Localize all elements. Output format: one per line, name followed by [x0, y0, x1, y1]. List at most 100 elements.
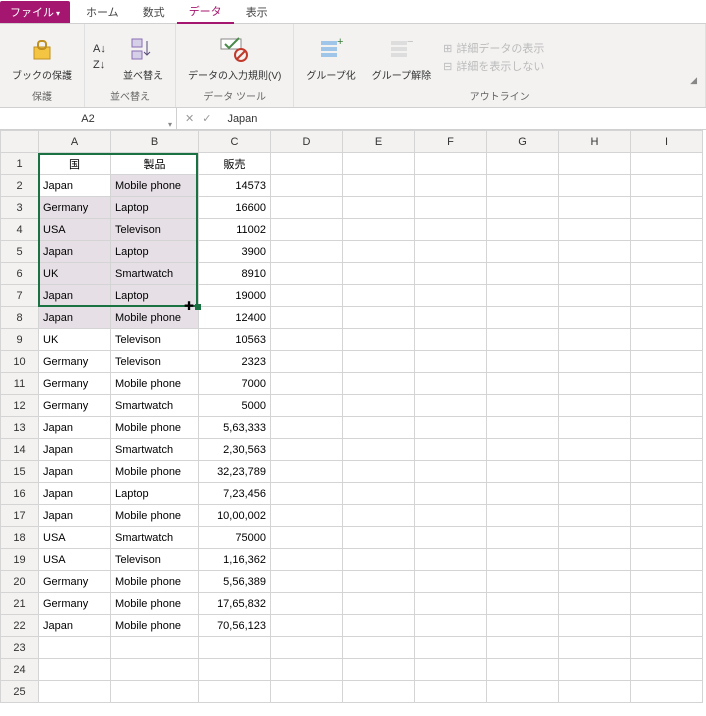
cell[interactable] [631, 395, 703, 417]
cell[interactable] [487, 483, 559, 505]
cell[interactable] [487, 681, 559, 703]
cell[interactable] [271, 329, 343, 351]
cell[interactable] [415, 571, 487, 593]
cell[interactable]: Smartwatch [111, 395, 199, 417]
cell[interactable] [271, 263, 343, 285]
cell[interactable]: Japan [39, 285, 111, 307]
cell[interactable] [487, 373, 559, 395]
cell[interactable] [271, 637, 343, 659]
enter-icon[interactable]: ✓ [202, 112, 211, 125]
cell[interactable] [343, 637, 415, 659]
cell[interactable] [559, 219, 631, 241]
row-header[interactable]: 24 [1, 659, 39, 681]
cell[interactable]: Japan [39, 175, 111, 197]
cell[interactable] [343, 439, 415, 461]
cell[interactable] [343, 329, 415, 351]
cell[interactable] [559, 197, 631, 219]
tab-formulas[interactable]: 数式 [131, 1, 177, 23]
cell[interactable] [559, 417, 631, 439]
cell[interactable]: Japan [39, 461, 111, 483]
cell[interactable]: 5,63,333 [199, 417, 271, 439]
cell[interactable] [631, 307, 703, 329]
cell[interactable]: Televison [111, 351, 199, 373]
cell[interactable] [631, 659, 703, 681]
cell[interactable] [631, 417, 703, 439]
cell[interactable]: Mobile phone [111, 461, 199, 483]
row-header[interactable]: 19 [1, 549, 39, 571]
cell[interactable] [111, 637, 199, 659]
cell[interactable] [271, 571, 343, 593]
cell[interactable]: Laptop [111, 241, 199, 263]
cell[interactable] [271, 439, 343, 461]
cancel-icon[interactable]: ✕ [185, 112, 194, 125]
cell[interactable]: Germany [39, 197, 111, 219]
col-header-h[interactable]: H [559, 131, 631, 153]
cell[interactable]: Mobile phone [111, 593, 199, 615]
cell[interactable] [631, 615, 703, 637]
cell[interactable] [271, 351, 343, 373]
cell[interactable] [631, 637, 703, 659]
row-header[interactable]: 23 [1, 637, 39, 659]
cell[interactable] [559, 571, 631, 593]
cell[interactable]: 製品 [111, 153, 199, 175]
cell[interactable] [559, 307, 631, 329]
cell[interactable] [487, 329, 559, 351]
cell[interactable]: USA [39, 549, 111, 571]
cell[interactable] [487, 549, 559, 571]
protect-workbook-button[interactable]: ブックの保護 [8, 31, 76, 84]
cell[interactable] [631, 153, 703, 175]
cell[interactable] [487, 439, 559, 461]
cell[interactable]: Mobile phone [111, 373, 199, 395]
cell[interactable] [415, 285, 487, 307]
col-header-b[interactable]: B [111, 131, 199, 153]
select-all-corner[interactable] [1, 131, 39, 153]
cell[interactable] [343, 241, 415, 263]
cell[interactable]: UK [39, 329, 111, 351]
tab-home[interactable]: ホーム [74, 1, 131, 23]
cell[interactable] [559, 329, 631, 351]
cell[interactable] [559, 681, 631, 703]
cell[interactable] [631, 549, 703, 571]
cell[interactable] [631, 461, 703, 483]
cell[interactable] [415, 351, 487, 373]
cell[interactable]: Smartwatch [111, 439, 199, 461]
sort-asc-button[interactable]: A↓ [93, 42, 111, 56]
cell[interactable] [487, 571, 559, 593]
formula-input[interactable]: Japan [219, 113, 706, 125]
cell[interactable]: USA [39, 219, 111, 241]
cell[interactable] [199, 681, 271, 703]
cell[interactable] [559, 549, 631, 571]
row-header[interactable]: 4 [1, 219, 39, 241]
cell[interactable] [415, 197, 487, 219]
cell[interactable]: 10563 [199, 329, 271, 351]
row-header[interactable]: 10 [1, 351, 39, 373]
cell[interactable] [631, 483, 703, 505]
cell[interactable] [415, 593, 487, 615]
cell[interactable]: 11002 [199, 219, 271, 241]
cell[interactable] [487, 659, 559, 681]
cell[interactable] [271, 527, 343, 549]
cell[interactable] [343, 483, 415, 505]
cell[interactable]: 16600 [199, 197, 271, 219]
row-header[interactable]: 21 [1, 593, 39, 615]
cell[interactable]: 5000 [199, 395, 271, 417]
cell[interactable]: 10,00,002 [199, 505, 271, 527]
cell[interactable] [559, 263, 631, 285]
cell[interactable]: 70,56,123 [199, 615, 271, 637]
cell[interactable]: 1,16,362 [199, 549, 271, 571]
cell[interactable] [559, 505, 631, 527]
cell[interactable] [631, 527, 703, 549]
cell[interactable] [415, 263, 487, 285]
cell[interactable] [487, 637, 559, 659]
cell[interactable] [415, 219, 487, 241]
cell[interactable] [631, 175, 703, 197]
cell[interactable] [343, 681, 415, 703]
cell[interactable] [271, 153, 343, 175]
cell[interactable]: Mobile phone [111, 505, 199, 527]
row-header[interactable]: 7 [1, 285, 39, 307]
cell[interactable]: Mobile phone [111, 175, 199, 197]
cell[interactable] [631, 681, 703, 703]
row-header[interactable]: 16 [1, 483, 39, 505]
cell[interactable] [487, 461, 559, 483]
cell[interactable] [343, 571, 415, 593]
